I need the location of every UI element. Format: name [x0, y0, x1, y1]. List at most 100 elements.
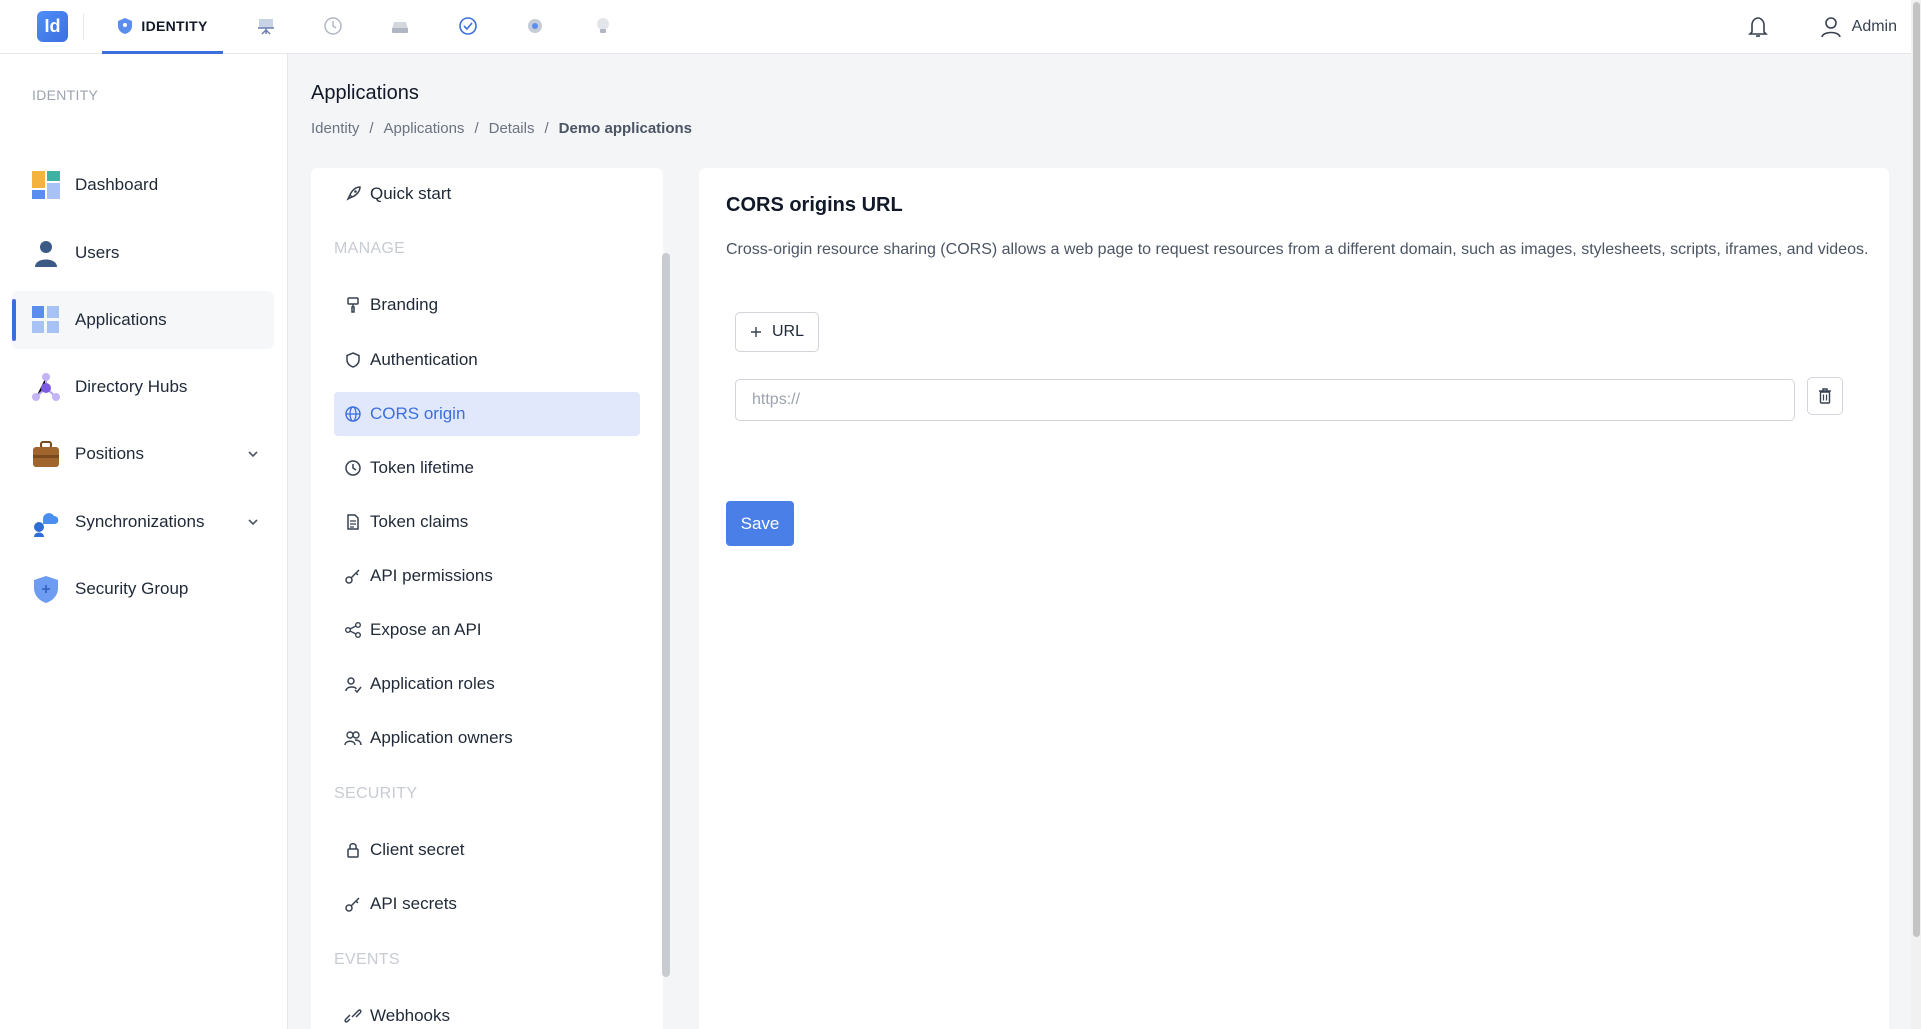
trash-icon: [1819, 388, 1831, 404]
menu-item-cors-origin[interactable]: CORS origin: [334, 392, 640, 436]
menu-section-manage: MANAGE: [334, 240, 406, 257]
user-role-icon: [345, 677, 362, 693]
sidebar-item-label: Positions: [75, 444, 144, 463]
menu-item-webhooks[interactable]: Webhooks: [334, 994, 640, 1029]
sidebar-item-label: Directory Hubs: [75, 377, 188, 396]
page-scrollbar[interactable]: [1911, 0, 1921, 1029]
app-logo-text: Id: [44, 16, 61, 36]
sidebar-item-label: Users: [75, 243, 120, 262]
key-icon: [345, 569, 360, 584]
sidebar-item-dashboard[interactable]: Dashboard: [12, 156, 274, 214]
hub-icon: [32, 373, 60, 401]
history-icon[interactable]: [322, 15, 344, 37]
breadcrumb-separator: /: [474, 120, 479, 137]
menu-item-label: Quick start: [370, 184, 452, 203]
breadcrumb-details[interactable]: Details: [489, 120, 535, 137]
menu-item-label: Client secret: [370, 840, 465, 859]
menu-item-label: Branding: [370, 295, 439, 314]
rocket-icon: [346, 186, 361, 201]
sidebar-item-security-group[interactable]: Security Group: [12, 560, 274, 618]
top-bar: Id IDENTITY Admin: [0, 0, 1921, 54]
dashboard-icon: [32, 171, 60, 199]
clock-icon: [345, 460, 361, 476]
menu-item-label: Webhooks: [370, 1006, 451, 1025]
share-icon: [345, 622, 361, 638]
settings-menu-scrollbar[interactable]: [662, 253, 670, 977]
settings-icon[interactable]: [524, 15, 546, 37]
add-url-button[interactable]: URL: [735, 312, 819, 352]
menu-item-label: Application owners: [370, 728, 513, 747]
sync-icon: [34, 513, 59, 537]
user-menu[interactable]: Admin: [1820, 0, 1897, 54]
menu-item-token-lifetime[interactable]: Token lifetime: [334, 446, 640, 490]
menu-item-label: Token lifetime: [370, 458, 474, 477]
chevron-down-icon[interactable]: [246, 515, 260, 529]
chevron-down-icon[interactable]: [246, 447, 260, 461]
sidebar-item-applications[interactable]: Applications: [12, 291, 274, 349]
identity-shield-icon: [118, 17, 133, 34]
menu-item-branding[interactable]: Branding: [334, 283, 640, 327]
menu-item-label: API secrets: [370, 894, 457, 913]
breadcrumb-applications[interactable]: Applications: [384, 120, 465, 137]
check-circle-icon[interactable]: [457, 15, 479, 37]
user-name: Admin: [1851, 18, 1897, 35]
menu-item-quick-start[interactable]: Quick start: [334, 172, 640, 216]
app-logo[interactable]: Id: [37, 11, 68, 42]
panel-title: CORS origins URL: [726, 194, 903, 216]
menu-item-token-claims[interactable]: Token claims: [334, 500, 640, 544]
breadcrumb-identity[interactable]: Identity: [311, 120, 359, 137]
users-icon: [344, 731, 362, 746]
delete-url-button[interactable]: [1807, 377, 1843, 415]
storage-icon[interactable]: [389, 15, 411, 37]
sidebar-item-positions[interactable]: Positions: [12, 425, 274, 483]
cors-url-input[interactable]: [735, 379, 1795, 421]
menu-item-api-permissions[interactable]: API permissions: [334, 554, 640, 598]
save-button[interactable]: Save: [726, 501, 794, 546]
menu-section-security: SECURITY: [334, 785, 418, 802]
sidebar-section-title: IDENTITY: [32, 87, 99, 103]
panel-description: Cross-origin resource sharing (CORS) all…: [726, 241, 1869, 258]
menu-item-label: CORS origin: [370, 404, 466, 423]
breadcrumb: Identity / Applications / Details / Demo ap…: [311, 120, 692, 137]
globe-icon: [345, 406, 361, 422]
cors-panel: CORS origins URL Cross-origin resource s…: [699, 168, 1889, 1029]
menu-item-application-roles[interactable]: Application roles: [334, 662, 640, 706]
notification-bell-icon[interactable]: [1747, 15, 1769, 39]
menu-item-expose-an-api[interactable]: Expose an API: [334, 608, 640, 652]
tab-identity[interactable]: IDENTITY: [102, 0, 223, 54]
sidebar-item-label: Security Group: [75, 579, 189, 598]
user-avatar-icon: [1820, 17, 1841, 38]
shield-outline-icon: [346, 352, 360, 368]
menu-item-label: Token claims: [370, 512, 469, 531]
top-divider: [83, 14, 84, 40]
menu-item-label: Application roles: [370, 674, 495, 693]
sidebar-item-label: Synchronizations: [75, 512, 205, 531]
shield-icon: [34, 576, 58, 603]
user-icon: [35, 241, 57, 267]
page-scrollbar-thumb[interactable]: [1913, 2, 1920, 937]
menu-item-label: Authentication: [370, 350, 478, 369]
menu-item-label: API permissions: [370, 566, 493, 585]
menu-item-authentication[interactable]: Authentication: [334, 338, 640, 382]
document-icon: [347, 514, 359, 530]
briefcase-icon: [33, 441, 59, 467]
sidebar-item-synchronizations[interactable]: Synchronizations: [12, 493, 274, 551]
add-url-label: URL: [771, 323, 804, 340]
sidebar-item-label: Applications: [75, 310, 167, 329]
page-title: Applications: [311, 82, 419, 104]
sidebar: IDENTITY Dashboard Users Applications Di…: [0, 54, 288, 1029]
sidebar-item-users[interactable]: Users: [12, 224, 274, 282]
menu-item-application-owners[interactable]: Application owners: [334, 716, 640, 760]
presentation-icon[interactable]: [255, 15, 277, 37]
applications-icon: [32, 306, 59, 333]
sidebar-item-directory-hubs[interactable]: Directory Hubs: [12, 358, 274, 416]
tab-identity-label: IDENTITY: [141, 17, 208, 34]
menu-item-client-secret[interactable]: Client secret: [334, 828, 640, 872]
menu-item-label: Expose an API: [370, 620, 482, 639]
breadcrumb-separator: /: [544, 120, 549, 137]
link-icon: [344, 1009, 362, 1023]
menu-item-api-secrets[interactable]: API secrets: [334, 882, 640, 926]
lock-icon: [347, 843, 359, 858]
lightbulb-icon[interactable]: [592, 15, 614, 37]
paint-roller-icon: [347, 297, 359, 313]
